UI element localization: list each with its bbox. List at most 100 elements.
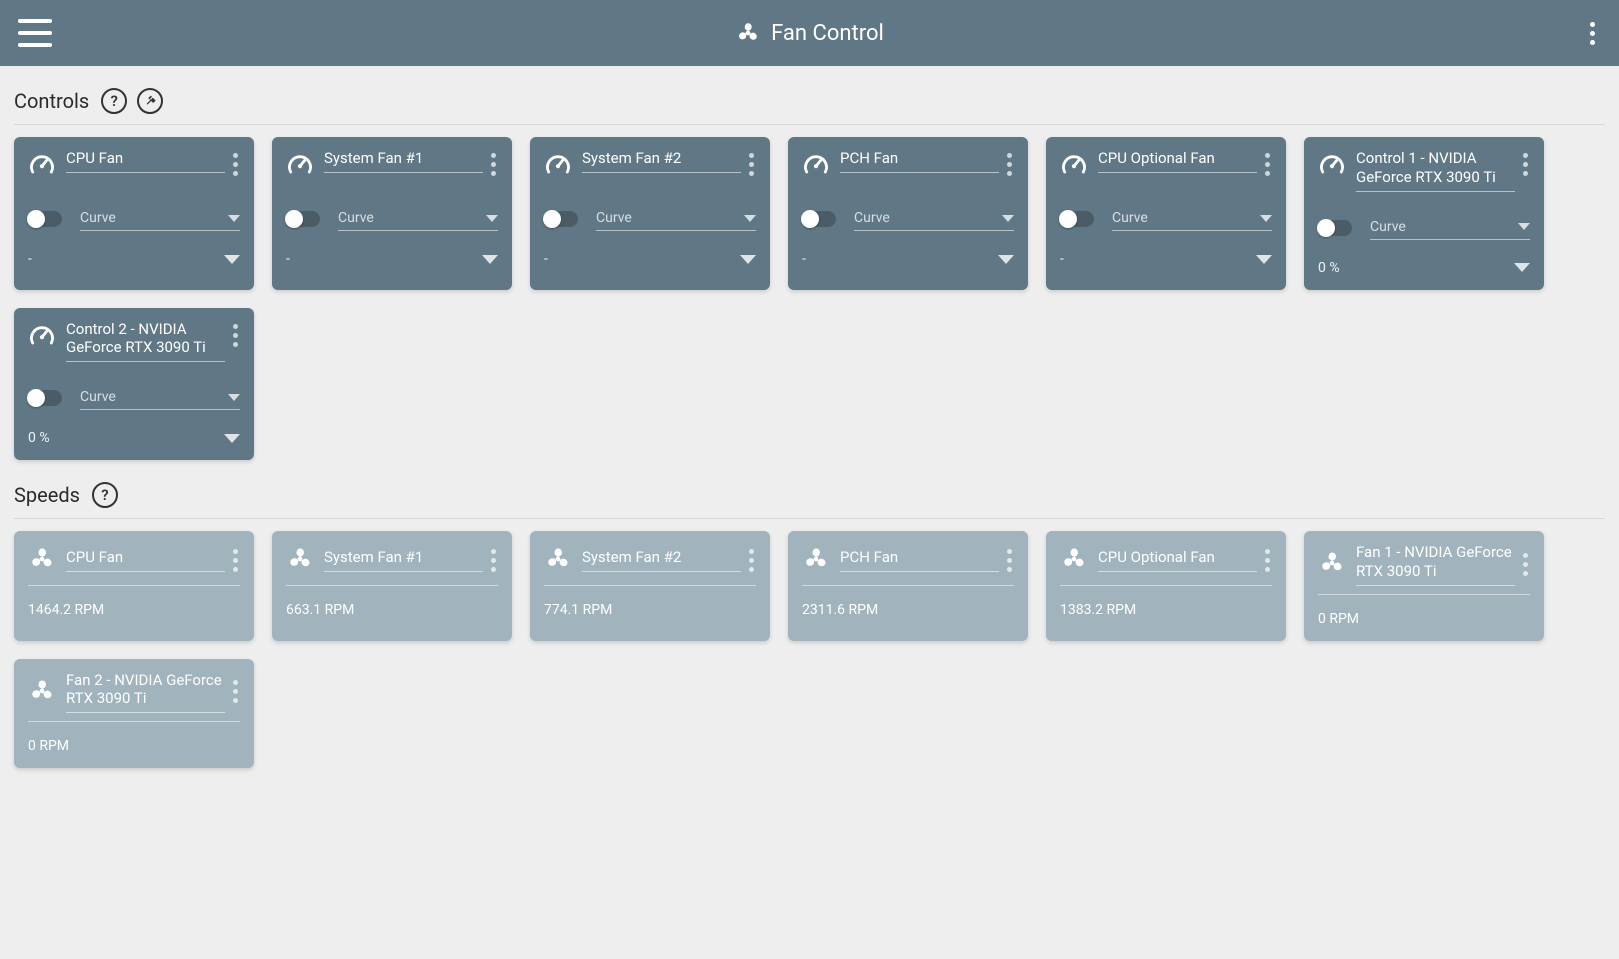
expand-row[interactable]: 0 % bbox=[28, 430, 240, 446]
enable-toggle[interactable] bbox=[802, 211, 836, 227]
speed-name-input[interactable]: PCH Fan bbox=[840, 548, 999, 572]
controls-help-button[interactable]: ? bbox=[101, 88, 127, 114]
speed-name-input[interactable]: CPU Optional Fan bbox=[1098, 548, 1257, 572]
card-more-button[interactable] bbox=[231, 676, 240, 707]
expand-row[interactable]: - bbox=[28, 251, 240, 267]
chevron-down-icon bbox=[482, 255, 498, 264]
speed-card: System Fan #2774.1 RPM bbox=[530, 531, 770, 641]
divider bbox=[544, 585, 756, 586]
header-more-button[interactable] bbox=[1584, 16, 1601, 51]
dropdown-label: Curve bbox=[80, 389, 116, 405]
chevron-down-icon bbox=[224, 434, 240, 443]
enable-toggle[interactable] bbox=[286, 211, 320, 227]
speed-name-input[interactable]: CPU Fan bbox=[66, 548, 225, 572]
controls-settings-button[interactable] bbox=[137, 88, 163, 114]
expand-row[interactable]: 0 % bbox=[1318, 260, 1530, 276]
speed-rpm-value: 1464.2 RPM bbox=[28, 602, 240, 618]
control-name-input[interactable]: CPU Fan bbox=[66, 149, 225, 173]
curve-dropdown[interactable]: Curve bbox=[596, 207, 756, 231]
expand-row[interactable]: - bbox=[1060, 251, 1272, 267]
card-more-button[interactable] bbox=[747, 149, 756, 180]
section-title: Speeds bbox=[14, 483, 80, 507]
control-status: - bbox=[544, 251, 548, 267]
control-name-input[interactable]: Control 2 - NVIDIA GeForce RTX 3090 Ti bbox=[66, 320, 225, 363]
fan-icon bbox=[544, 545, 572, 577]
card-more-button[interactable] bbox=[489, 545, 498, 576]
fan-icon bbox=[28, 545, 56, 577]
dropdown-label: Curve bbox=[596, 210, 632, 226]
curve-dropdown[interactable]: Curve bbox=[338, 207, 498, 231]
speed-rpm-value: 0 RPM bbox=[1318, 611, 1530, 627]
fan-icon bbox=[1060, 545, 1088, 577]
curve-dropdown[interactable]: Curve bbox=[1370, 216, 1530, 240]
speed-name-input[interactable]: System Fan #2 bbox=[582, 548, 741, 572]
control-card: Control 1 - NVIDIA GeForce RTX 3090 Ti Cu… bbox=[1304, 137, 1544, 290]
speed-name-input[interactable]: Fan 1 - NVIDIA GeForce RTX 3090 Ti bbox=[1356, 543, 1515, 586]
chevron-down-icon bbox=[224, 255, 240, 264]
speed-card: Fan 1 - NVIDIA GeForce RTX 3090 Ti 0 RPM bbox=[1304, 531, 1544, 641]
card-more-button[interactable] bbox=[1005, 149, 1014, 180]
enable-toggle[interactable] bbox=[1318, 220, 1352, 236]
menu-button[interactable] bbox=[18, 19, 52, 47]
dropdown-label: Curve bbox=[80, 210, 116, 226]
section-divider bbox=[14, 518, 1605, 519]
speed-name-input[interactable]: System Fan #1 bbox=[324, 548, 483, 572]
control-card: System Fan #1 Curve - bbox=[272, 137, 512, 290]
control-status: - bbox=[802, 251, 806, 267]
control-card: CPU Fan Curve - bbox=[14, 137, 254, 290]
speed-name-input[interactable]: Fan 2 - NVIDIA GeForce RTX 3090 Ti bbox=[66, 671, 225, 714]
gauge-icon bbox=[802, 151, 830, 183]
curve-dropdown[interactable]: Curve bbox=[80, 207, 240, 231]
speed-rpm-value: 0 RPM bbox=[28, 738, 240, 754]
section-divider bbox=[14, 124, 1605, 125]
expand-row[interactable]: - bbox=[286, 251, 498, 267]
enable-toggle[interactable] bbox=[544, 211, 578, 227]
fan-icon bbox=[1318, 549, 1346, 581]
curve-dropdown[interactable]: Curve bbox=[854, 207, 1014, 231]
controls-section-header: Controls ? bbox=[0, 70, 1619, 122]
control-card: Control 2 - NVIDIA GeForce RTX 3090 Ti Cu… bbox=[14, 308, 254, 461]
speed-card: Fan 2 - NVIDIA GeForce RTX 3090 Ti 0 RPM bbox=[14, 659, 254, 769]
speed-rpm-value: 2311.6 RPM bbox=[802, 602, 1014, 618]
expand-row[interactable]: - bbox=[544, 251, 756, 267]
enable-toggle[interactable] bbox=[28, 211, 62, 227]
control-name-input[interactable]: System Fan #1 bbox=[324, 149, 483, 173]
card-more-button[interactable] bbox=[231, 149, 240, 180]
speed-card: PCH Fan 2311.6 RPM bbox=[788, 531, 1028, 641]
gauge-icon bbox=[1060, 151, 1088, 183]
speed-card: CPU Fan 1464.2 RPM bbox=[14, 531, 254, 641]
section-title: Controls bbox=[14, 89, 89, 113]
curve-dropdown[interactable]: Curve bbox=[1112, 207, 1272, 231]
control-card: PCH Fan Curve - bbox=[788, 137, 1028, 290]
curve-dropdown[interactable]: Curve bbox=[80, 386, 240, 410]
card-more-button[interactable] bbox=[1005, 545, 1014, 576]
speed-card: CPU Optional Fan1383.2 RPM bbox=[1046, 531, 1286, 641]
next-section-header: ? bbox=[0, 772, 1619, 828]
card-more-button[interactable] bbox=[1521, 549, 1530, 580]
enable-toggle[interactable] bbox=[28, 390, 62, 406]
dropdown-label: Curve bbox=[1112, 210, 1148, 226]
card-more-button[interactable] bbox=[231, 320, 240, 351]
speeds-help-button[interactable]: ? bbox=[92, 482, 118, 508]
card-more-button[interactable] bbox=[1521, 149, 1530, 180]
control-name-input[interactable]: Control 1 - NVIDIA GeForce RTX 3090 Ti bbox=[1356, 149, 1515, 192]
chevron-down-icon bbox=[998, 255, 1014, 264]
expand-row[interactable]: - bbox=[802, 251, 1014, 267]
control-status: - bbox=[286, 251, 290, 267]
divider bbox=[28, 585, 240, 586]
control-name-input[interactable]: System Fan #2 bbox=[582, 149, 741, 173]
card-more-button[interactable] bbox=[231, 545, 240, 576]
fan-icon bbox=[735, 20, 761, 46]
card-more-button[interactable] bbox=[1263, 545, 1272, 576]
chevron-down-icon bbox=[1514, 263, 1530, 272]
enable-toggle[interactable] bbox=[1060, 211, 1094, 227]
divider bbox=[1318, 594, 1530, 595]
card-more-button[interactable] bbox=[1263, 149, 1272, 180]
gauge-icon bbox=[286, 151, 314, 183]
speeds-section-header: Speeds ? bbox=[0, 464, 1619, 516]
card-more-button[interactable] bbox=[747, 545, 756, 576]
control-name-input[interactable]: CPU Optional Fan bbox=[1098, 149, 1257, 173]
control-name-input[interactable]: PCH Fan bbox=[840, 149, 999, 173]
gauge-icon bbox=[28, 151, 56, 183]
card-more-button[interactable] bbox=[489, 149, 498, 180]
